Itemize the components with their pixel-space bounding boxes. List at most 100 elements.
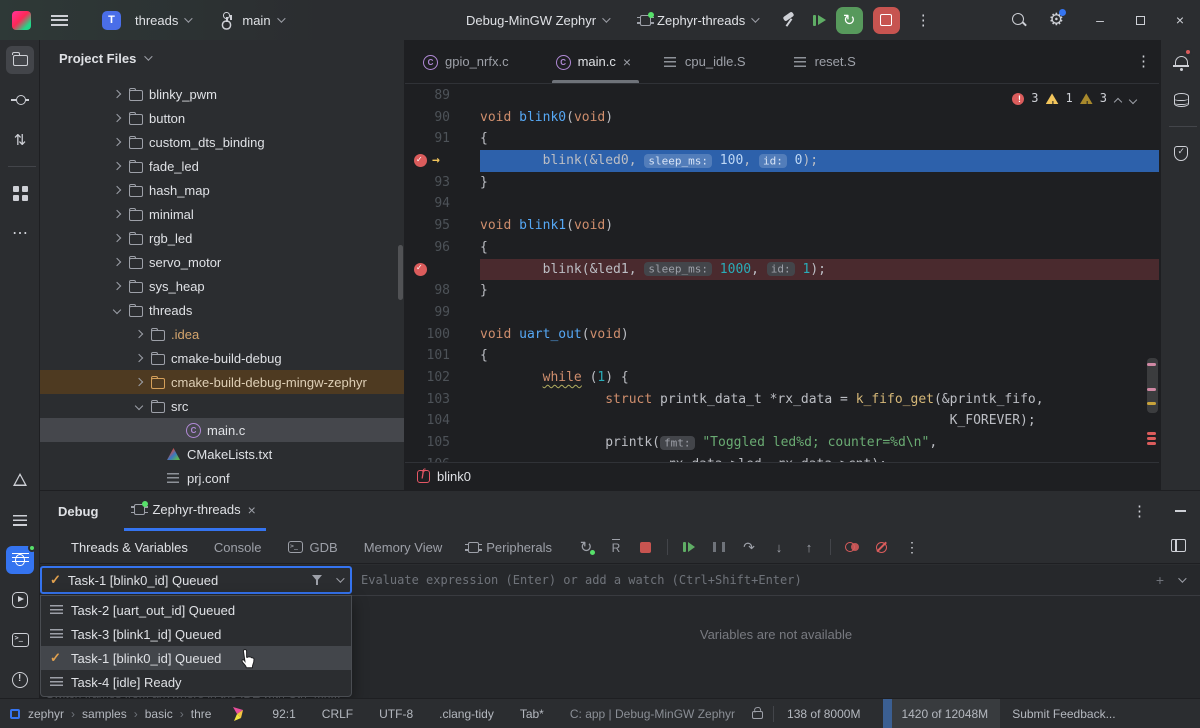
gutter[interactable]: 90: [405, 107, 480, 129]
gutter[interactable]: 96: [405, 237, 480, 259]
close-icon[interactable]: [248, 502, 256, 518]
status-item[interactable]: CRLF: [322, 707, 353, 721]
gutter[interactable]: 102: [405, 367, 480, 389]
thread-list-item[interactable]: Task-3 [blink1_id] Queued: [41, 622, 351, 646]
code-line-content[interactable]: blink(&led1, sleep_ms: 1000, id: 1);: [480, 259, 1159, 281]
gutter[interactable]: 105: [405, 432, 480, 454]
tree-chevron-icon[interactable]: [112, 233, 122, 243]
tree-item[interactable]: cmake-build-debug-mingw-zephyr: [40, 370, 404, 394]
tree-chevron-icon[interactable]: [112, 161, 122, 171]
status-item[interactable]: .clang-tidy: [439, 707, 494, 721]
code-line-content[interactable]: void uart_out(void): [480, 324, 1159, 346]
coverage-tool-icon[interactable]: [1167, 139, 1195, 167]
tree-item[interactable]: blinky_pwm: [40, 82, 404, 106]
tree-item[interactable]: servo_motor: [40, 250, 404, 274]
gutter[interactable]: 101: [405, 345, 480, 367]
status-breadcrumb[interactable]: thre: [191, 707, 219, 721]
code-line-content[interactable]: [480, 302, 1159, 324]
code-line-content[interactable]: {: [480, 345, 1159, 367]
next-problem-icon[interactable]: [1129, 95, 1137, 103]
divider[interactable]: [8, 166, 36, 167]
scroll-mark[interactable]: [1147, 437, 1156, 440]
gutter[interactable]: →: [405, 150, 480, 172]
gutter[interactable]: 104: [405, 410, 480, 432]
view-breakpoints-icon[interactable]: [839, 535, 865, 559]
scroll-mark[interactable]: [1147, 432, 1156, 435]
chevron-down-icon[interactable]: [1178, 574, 1186, 582]
tree-item[interactable]: button: [40, 106, 404, 130]
tree-item[interactable]: hash_map: [40, 178, 404, 202]
tree-item[interactable]: CMakeLists.txt: [40, 442, 404, 466]
scroll-mark[interactable]: [1147, 442, 1156, 445]
debug-tool-icon[interactable]: [6, 546, 34, 574]
tree-item[interactable]: sys_heap: [40, 274, 404, 298]
tree-item[interactable]: main.c: [40, 418, 404, 442]
tree-item[interactable]: minimal: [40, 202, 404, 226]
submit-feedback-link[interactable]: Submit Feedback...: [1012, 707, 1115, 721]
commit-tool-icon[interactable]: [6, 86, 34, 114]
close-icon[interactable]: [623, 54, 635, 70]
panel-options-icon[interactable]: ⋮: [1126, 502, 1153, 520]
evaluate-expression-input[interactable]: Evaluate expression (Enter) or add a wat…: [352, 573, 1156, 587]
previous-problem-icon[interactable]: [1114, 95, 1122, 103]
more-tools-icon[interactable]: [6, 219, 34, 247]
stop-icon[interactable]: [633, 535, 659, 559]
gutter[interactable]: 103: [405, 389, 480, 411]
rerun-debug-button[interactable]: ↻: [836, 7, 863, 34]
chevron-down-icon[interactable]: [336, 574, 344, 582]
tree-chevron-icon[interactable]: [112, 257, 122, 267]
tree-item[interactable]: cmake-build-debug: [40, 346, 404, 370]
reset-icon[interactable]: [603, 535, 629, 559]
notifications-icon[interactable]: [1167, 46, 1195, 74]
debug-session-tab[interactable]: Zephyr-threads: [124, 491, 265, 531]
database-tool-icon[interactable]: [1167, 86, 1195, 114]
stop-button[interactable]: [873, 7, 900, 34]
tree-chevron-icon[interactable]: [150, 473, 160, 483]
breadcrumb[interactable]: blink0: [437, 469, 471, 484]
editor-tab[interactable]: reset.S: [779, 40, 889, 83]
window-close-button[interactable]: ×: [1160, 0, 1200, 40]
tree-chevron-icon[interactable]: [112, 137, 122, 147]
unlocked-icon[interactable]: [752, 711, 763, 719]
debug-view-tab[interactable]: GDB: [275, 531, 351, 564]
search-icon[interactable]: [1011, 12, 1027, 28]
tab-options-icon[interactable]: ⋮: [1136, 52, 1151, 70]
filter-icon[interactable]: [311, 574, 323, 586]
pull-requests-tool-icon[interactable]: [6, 126, 34, 154]
gutter[interactable]: [405, 259, 480, 281]
thread-list-item[interactable]: Task-2 [uart_out_id] Queued: [41, 598, 351, 622]
todo-tool-icon[interactable]: [6, 506, 34, 534]
status-breadcrumb[interactable]: zephyr ›: [28, 707, 75, 721]
status-item[interactable]: C: app | Debug-MinGW Zephyr: [570, 707, 735, 721]
tree-chevron-icon[interactable]: [134, 353, 144, 363]
tree-item[interactable]: custom_dts_binding: [40, 130, 404, 154]
branch-selector[interactable]: main: [216, 8, 286, 32]
thread-list-item[interactable]: Task-1 [blink0_id] Queued: [41, 646, 351, 670]
resume-program-button[interactable]: [813, 15, 826, 26]
code-line-content[interactable]: }: [480, 280, 1159, 302]
tree-chevron-icon[interactable]: [112, 89, 122, 99]
project-tool-icon[interactable]: [6, 46, 34, 74]
tree-chevron-icon[interactable]: [112, 281, 122, 291]
gutter[interactable]: 91: [405, 128, 480, 150]
tree-chevron-icon[interactable]: [112, 185, 122, 195]
debug-view-tab[interactable]: Threads & Variables: [58, 531, 201, 564]
gutter[interactable]: 94: [405, 193, 480, 215]
status-breadcrumb[interactable]: basic ›: [145, 707, 184, 721]
debug-view-tab[interactable]: Memory View: [351, 531, 456, 564]
tree-chevron-icon[interactable]: [134, 329, 144, 339]
inspections-widget[interactable]: 3 1 3: [1012, 88, 1137, 110]
code-line-content[interactable]: while (1) {: [480, 367, 1159, 389]
tree-item[interactable]: .idea: [40, 322, 404, 346]
status-item[interactable]: 92:1: [272, 707, 295, 721]
window-minimize-button[interactable]: –: [1080, 0, 1120, 40]
thread-list-item[interactable]: Task-4 [idle] Ready: [41, 670, 351, 694]
build-button[interactable]: [781, 12, 797, 28]
gutter[interactable]: 93: [405, 172, 480, 194]
tree-item[interactable]: rgb_led: [40, 226, 404, 250]
breakpoint-icon[interactable]: [414, 154, 427, 167]
gutter[interactable]: 99: [405, 302, 480, 324]
step-out-icon[interactable]: [796, 535, 822, 559]
code-line-content[interactable]: void blink1(void): [480, 215, 1159, 237]
problems-tool-icon[interactable]: [6, 666, 34, 694]
